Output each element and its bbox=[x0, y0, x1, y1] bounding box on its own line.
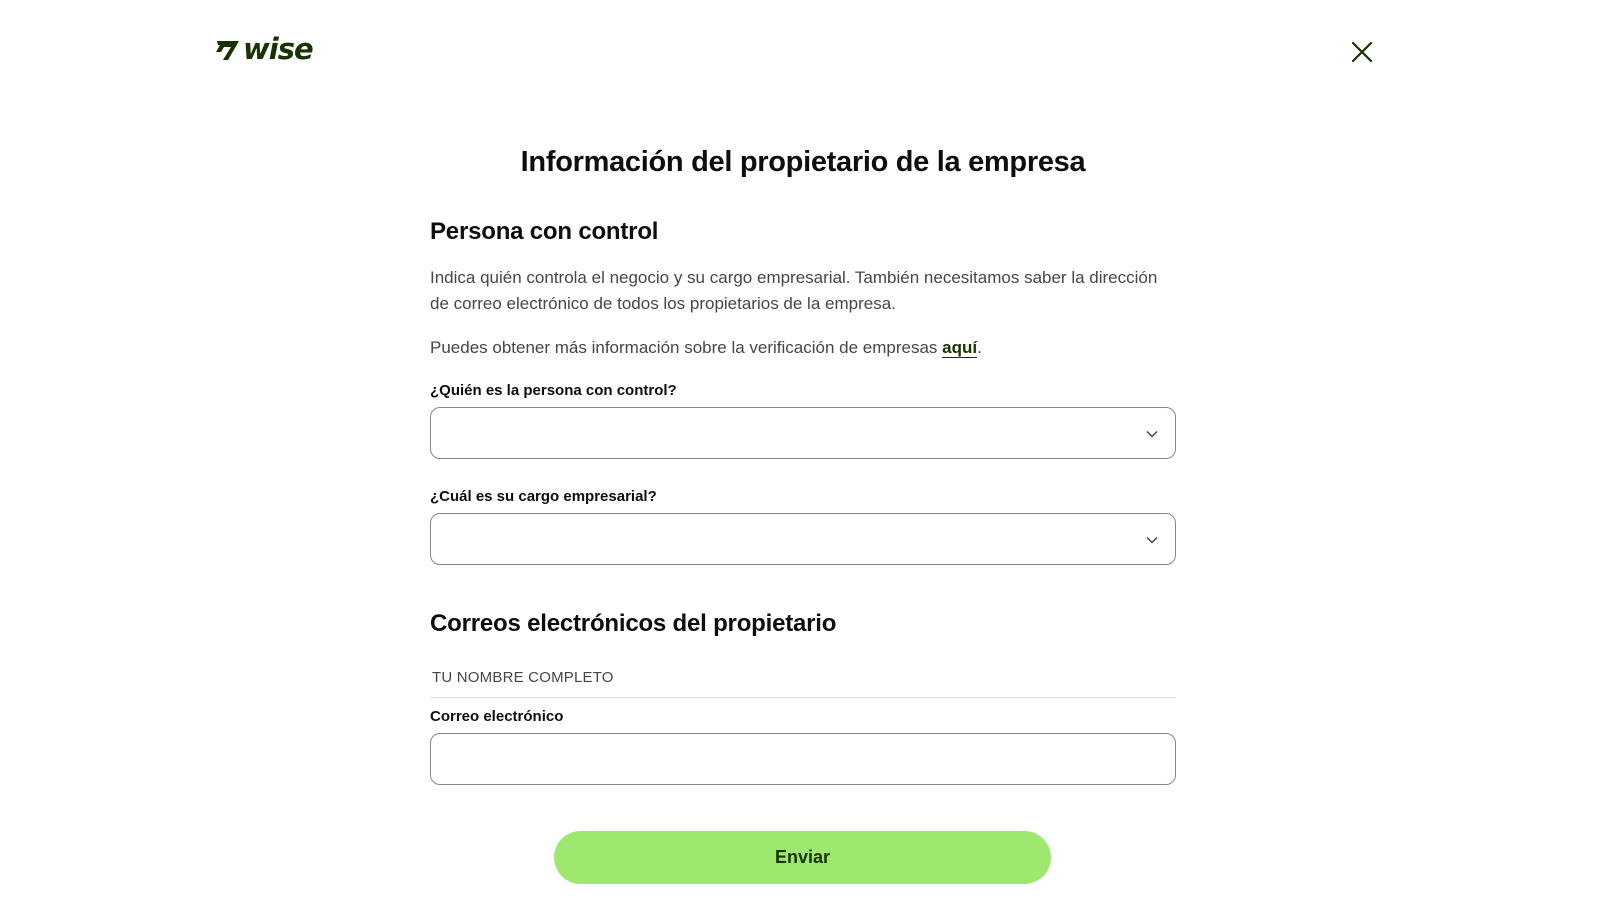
more-info-link[interactable]: aquí bbox=[942, 338, 978, 358]
email-label: Correo electrónico bbox=[430, 708, 564, 725]
person-select[interactable] bbox=[430, 407, 1176, 459]
role-select[interactable] bbox=[430, 513, 1176, 565]
chevron-down-icon bbox=[1146, 430, 1158, 438]
emails-section-title: Correos electrónicos del propietario bbox=[430, 610, 837, 637]
email-field[interactable] bbox=[430, 733, 1176, 785]
close-button[interactable] bbox=[1346, 36, 1378, 68]
submit-button[interactable]: Enviar bbox=[554, 831, 1051, 884]
owner-name: TU NOMBRE COMPLETO bbox=[432, 669, 614, 686]
control-section-title: Persona con control bbox=[430, 218, 659, 245]
wise-logo[interactable]: wise bbox=[215, 32, 314, 66]
wise-flag-icon bbox=[216, 41, 239, 60]
logo-text: wise bbox=[243, 32, 314, 66]
verification-info: Puedes obtener más información sobre la … bbox=[430, 335, 1176, 361]
verification-info-end: . bbox=[977, 338, 982, 357]
divider bbox=[430, 697, 1176, 698]
control-description: Indica quién controla el negocio y su ca… bbox=[430, 268, 1158, 313]
role-label: ¿Cuál es su cargo empresarial? bbox=[430, 488, 657, 505]
page-title: Información del propietario de la empres… bbox=[520, 146, 1086, 178]
page: wise Información del propietario de la e… bbox=[0, 0, 1600, 909]
chevron-down-icon bbox=[1146, 536, 1158, 544]
person-label: ¿Quién es la persona con control? bbox=[430, 382, 677, 399]
close-icon bbox=[1351, 41, 1373, 63]
verification-info-text: Puedes obtener más información sobre la … bbox=[430, 338, 943, 357]
